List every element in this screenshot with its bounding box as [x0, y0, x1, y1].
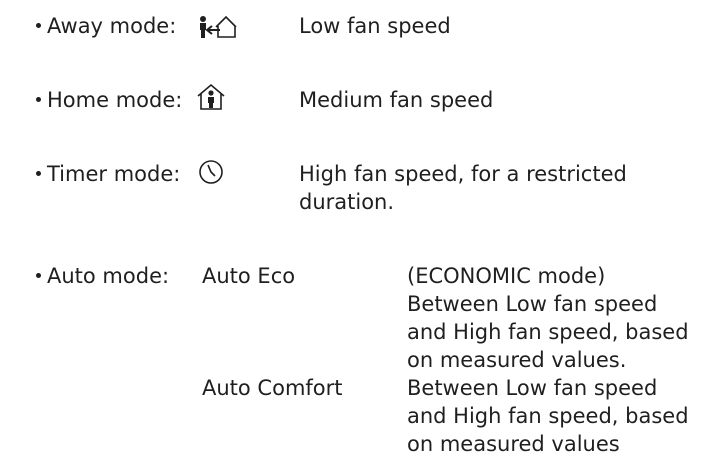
- person-leaving-house-icon: [198, 14, 240, 40]
- timer-mode-description-line-2: duration.: [299, 190, 395, 214]
- away-mode-description: Low fan speed: [299, 14, 451, 38]
- away-mode-label: Away mode:: [36, 12, 176, 40]
- auto-comfort-description-line-2: and High fan speed, based: [407, 404, 689, 428]
- bullet: [36, 272, 41, 278]
- auto-mode-label: Auto mode:: [36, 262, 169, 290]
- auto-eco-description-line-4: on measured values.: [407, 348, 627, 372]
- auto-eco-description-line-1: (ECONOMIC mode): [407, 264, 606, 288]
- timer-mode-label: Timer mode:: [36, 160, 180, 188]
- auto-comfort-description-line-1: Between Low fan speed: [407, 376, 658, 400]
- auto-eco-description-line-3: and High fan speed, based: [407, 320, 689, 344]
- home-mode-label: Home mode:: [36, 86, 182, 114]
- auto-eco-name: Auto Eco: [202, 264, 296, 288]
- auto-comfort-name: Auto Comfort: [202, 376, 343, 400]
- bullet: [36, 170, 41, 176]
- clock-icon: [198, 159, 224, 185]
- bullet: [36, 96, 41, 102]
- person-in-house-icon: [196, 83, 226, 111]
- home-mode-description: Medium fan speed: [299, 88, 494, 112]
- timer-mode-description-line-1: High fan speed, for a restricted: [299, 162, 627, 186]
- auto-comfort-description-line-3: on measured values: [407, 432, 620, 456]
- bullet: [36, 22, 41, 28]
- auto-eco-description-line-2: Between Low fan speed: [407, 292, 658, 316]
